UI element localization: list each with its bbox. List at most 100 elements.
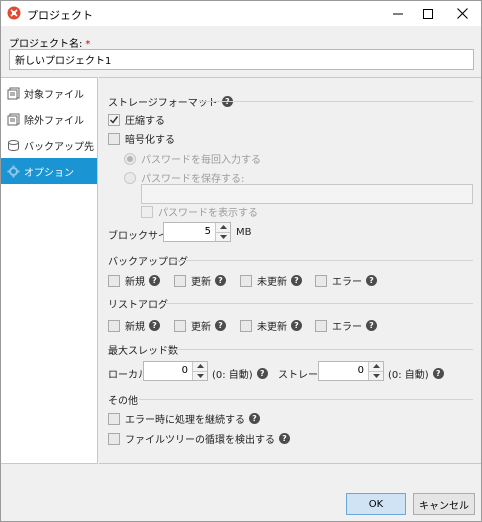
password-each-time-radio[interactable]: パスワードを毎回入力する — [124, 151, 261, 166]
sidebar-item-backup-destination[interactable]: バックアップ先 — [1, 132, 97, 158]
sidebar-item-label: オプション — [24, 167, 74, 179]
help-icon[interactable]: ? — [215, 275, 226, 286]
checkbox-box[interactable] — [141, 205, 153, 218]
sidebar-item-options[interactable]: オプション — [1, 158, 97, 184]
spinner-up-icon[interactable] — [193, 362, 207, 371]
checkbox-box[interactable] — [240, 274, 252, 287]
file-list-icon — [6, 86, 20, 100]
checkbox-box[interactable] — [108, 432, 120, 445]
close-button[interactable] — [445, 1, 479, 26]
checkbox-box[interactable] — [174, 274, 186, 287]
sidebar-item-label: 対象ファイル — [24, 89, 84, 101]
section-divider — [161, 303, 473, 304]
ok-button[interactable]: OK — [346, 493, 406, 515]
local-threads-hint: (0: 自動) ? — [212, 366, 268, 381]
help-icon[interactable]: ? — [149, 275, 160, 286]
checkbox-box[interactable] — [108, 132, 120, 145]
spinner-down-icon[interactable] — [193, 370, 207, 380]
checkbox-label: 新規 — [125, 322, 145, 333]
spinner-up-icon[interactable] — [216, 223, 230, 232]
restore-log-title: リストアログ — [108, 300, 168, 311]
show-password-checkbox[interactable]: パスワードを表示する — [141, 204, 258, 219]
radio-label: パスワードを毎回入力する — [141, 155, 261, 166]
help-icon[interactable]: ? — [291, 275, 302, 286]
encrypt-checkbox[interactable]: 暗号化する — [108, 131, 175, 146]
help-icon[interactable]: ? — [249, 413, 260, 424]
detect-loop-checkbox[interactable]: ファイルツリーの循環を検出する ? — [108, 431, 290, 446]
block-size-unit: MB — [236, 227, 252, 238]
help-icon[interactable]: ? — [432, 368, 444, 379]
checkbox-box[interactable] — [315, 319, 327, 332]
radio-dot[interactable] — [124, 171, 136, 184]
continue-on-error-checkbox[interactable]: エラー時に処理を継続する ? — [108, 411, 260, 426]
section-divider — [139, 399, 473, 400]
checkbox-box[interactable] — [174, 319, 186, 332]
checkbox-box[interactable] — [108, 319, 120, 332]
title-bar[interactable]: プロジェクト — [1, 1, 481, 26]
project-name-input[interactable] — [9, 49, 474, 70]
checkbox-label: パスワードを表示する — [158, 208, 258, 219]
section-divider — [171, 260, 473, 261]
max-threads-title: 最大スレッド数 — [108, 346, 178, 357]
restore-log-error-checkbox[interactable]: エラー ? — [315, 318, 377, 333]
file-exclude-icon — [6, 112, 20, 126]
backup-log-update-checkbox[interactable]: 更新 ? — [174, 273, 226, 288]
block-size-spinner[interactable]: 5 — [163, 222, 231, 242]
restore-log-heading: リストアログ — [108, 296, 168, 311]
backup-log-error-checkbox[interactable]: エラー ? — [315, 273, 377, 288]
checkbox-label: エラー — [332, 322, 362, 333]
help-icon[interactable]: ? — [291, 320, 302, 331]
maximize-button[interactable] — [411, 1, 445, 26]
radio-dot[interactable] — [124, 152, 136, 165]
maximize-icon — [423, 8, 433, 19]
checkbox-label: 暗号化する — [125, 135, 175, 146]
sidebar-item-excluded-files[interactable]: 除外ファイル — [1, 106, 97, 132]
backup-log-unchanged-checkbox[interactable]: 未更新 ? — [240, 273, 302, 288]
gear-icon — [6, 164, 20, 178]
storage-threads-value[interactable]: 0 — [319, 362, 368, 380]
help-icon[interactable]: ? — [366, 320, 377, 331]
help-icon[interactable]: ? — [256, 368, 268, 379]
hint-text: (0: 自動) — [388, 370, 429, 381]
help-icon[interactable]: ? — [215, 320, 226, 331]
section-divider — [199, 101, 473, 102]
options-panel: ストレージフォーマット ? 圧縮する 暗号化する パスワードを毎回入力する パス… — [99, 77, 481, 464]
block-size-value[interactable]: 5 — [164, 223, 215, 241]
other-title: その他 — [108, 396, 138, 407]
sidebar-item-label: 除外ファイル — [24, 115, 84, 127]
backup-log-new-checkbox[interactable]: 新規 ? — [108, 273, 160, 288]
checkbox-box[interactable] — [108, 113, 120, 126]
local-threads-value[interactable]: 0 — [144, 362, 192, 380]
compress-checkbox[interactable]: 圧縮する — [108, 112, 165, 127]
hint-text: (0: 自動) — [212, 370, 253, 381]
spinner-up-icon[interactable] — [369, 362, 383, 371]
checkbox-box[interactable] — [108, 274, 120, 287]
help-icon[interactable]: ? — [366, 275, 377, 286]
password-input[interactable] — [141, 184, 473, 204]
cancel-button[interactable]: キャンセル — [413, 493, 475, 515]
sidebar: 対象ファイル 除外ファイル バックアップ先 オプション — [1, 77, 98, 464]
password-save-radio[interactable]: パスワードを保存する: — [124, 170, 244, 185]
sidebar-item-label: バックアップ先 — [24, 141, 94, 153]
spinner-down-icon[interactable] — [369, 370, 383, 380]
help-icon[interactable]: ? — [279, 433, 290, 444]
restore-log-new-checkbox[interactable]: 新規 ? — [108, 318, 160, 333]
checkbox-label: 更新 — [191, 322, 211, 333]
spinner-down-icon[interactable] — [216, 231, 230, 241]
restore-log-unchanged-checkbox[interactable]: 未更新 ? — [240, 318, 302, 333]
sidebar-item-target-files[interactable]: 対象ファイル — [1, 80, 97, 106]
checkbox-box[interactable] — [240, 319, 252, 332]
window-title: プロジェクト — [27, 9, 93, 22]
restore-log-update-checkbox[interactable]: 更新 ? — [174, 318, 226, 333]
help-icon[interactable]: ? — [149, 320, 160, 331]
checkbox-label: 更新 — [191, 277, 211, 288]
checkbox-label: ファイルツリーの循環を検出する — [125, 435, 275, 446]
storage-threads-spinner[interactable]: 0 — [318, 361, 384, 381]
checkbox-label: 未更新 — [257, 277, 287, 288]
minimize-button[interactable] — [381, 1, 415, 26]
checkbox-box[interactable] — [315, 274, 327, 287]
checkbox-label: 新規 — [125, 277, 145, 288]
checkbox-box[interactable] — [108, 412, 120, 425]
local-threads-spinner[interactable]: 0 — [143, 361, 208, 381]
section-divider — [169, 349, 473, 350]
